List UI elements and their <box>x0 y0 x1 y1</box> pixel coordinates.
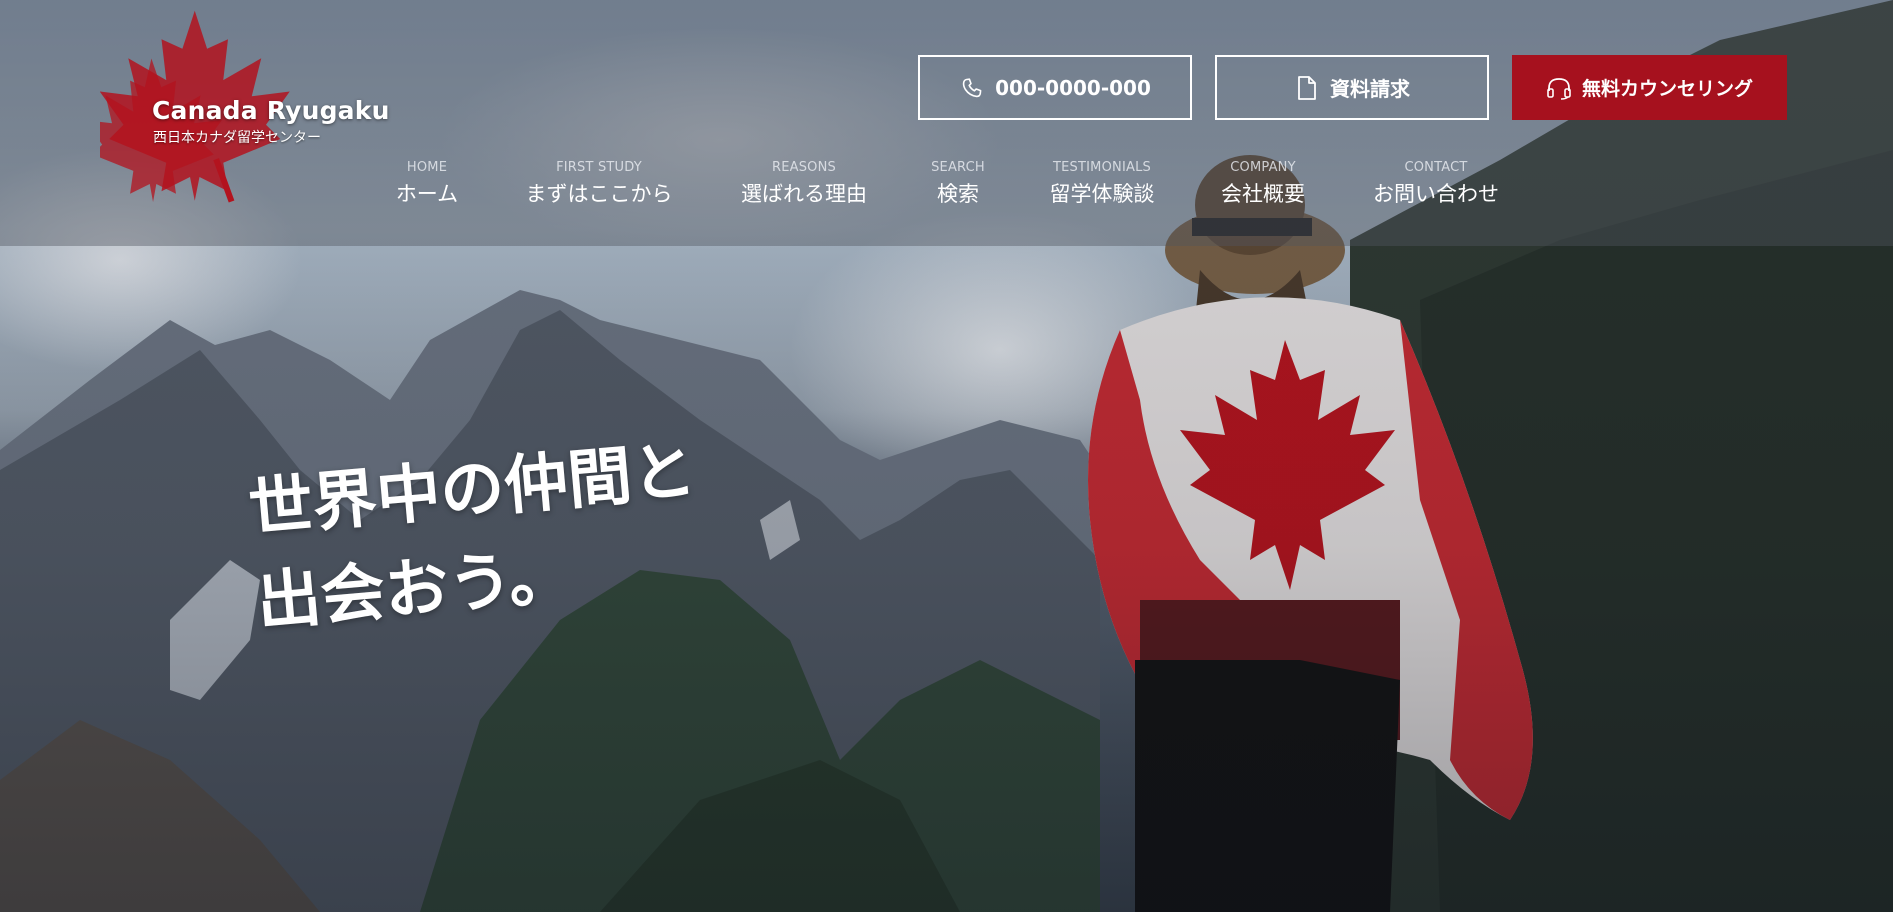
request-documents-button[interactable]: 資料請求 <box>1215 55 1489 120</box>
nav-item-en-label: COMPANY <box>1230 160 1296 175</box>
nav-item-testimonials[interactable]: TESTIMONIALS 留学体験談 <box>1050 160 1155 208</box>
nav-item-en-label: SEARCH <box>931 160 985 175</box>
nav-item-contact[interactable]: CONTACT お問い合わせ <box>1373 160 1499 208</box>
nav-item-jp-label: 検索 <box>936 182 979 206</box>
nav-item-jp-label: まずはここから <box>525 182 673 206</box>
nav-item-jp-label: ホーム <box>395 182 459 206</box>
nav-item-en-label: TESTIMONIALS <box>1053 160 1151 175</box>
nav-item-home[interactable]: HOME ホーム <box>396 160 458 208</box>
nav-item-first-study[interactable]: FIRST STUDY まずはここから <box>526 160 673 208</box>
headset-icon <box>1546 75 1572 101</box>
brand-subtitle: 西日本カナダ留学センター <box>153 130 321 146</box>
document-icon <box>1294 75 1320 101</box>
nav-item-en-label: REASONS <box>771 160 836 175</box>
nav-item-en-label: FIRST STUDY <box>556 160 642 175</box>
free-counseling-button[interactable]: 無料カウンセリング <box>1512 55 1787 120</box>
main-nav: HOME ホーム FIRST STUDY まずはここから REASONS 選ばれ… <box>0 160 1893 220</box>
request-documents-label: 資料請求 <box>1330 77 1410 101</box>
nav-item-jp-label: 選ばれる理由 <box>741 182 867 206</box>
phone-icon <box>959 75 985 101</box>
nav-item-en-label: CONTACT <box>1404 160 1468 175</box>
phone-button[interactable]: 000-0000-000 <box>918 55 1192 120</box>
nav-item-jp-label: お問い合わせ <box>1373 182 1499 206</box>
phone-number: 000-0000-000 <box>995 75 1151 100</box>
nav-item-jp-label: 留学体験談 <box>1049 182 1155 206</box>
site-header: Canada Ryugaku 西日本カナダ留学センター 000-0000-000… <box>0 0 1893 246</box>
nav-item-company[interactable]: COMPANY 会社概要 <box>1221 160 1305 208</box>
nav-item-reasons[interactable]: REASONS 選ばれる理由 <box>741 160 867 208</box>
nav-item-en-label: HOME <box>406 160 448 175</box>
free-counseling-label: 無料カウンセリング <box>1581 78 1753 100</box>
brand-name: Canada Ryugaku <box>152 96 390 125</box>
nav-item-search[interactable]: SEARCH 検索 <box>931 160 985 208</box>
nav-item-jp-label: 会社概要 <box>1221 182 1305 206</box>
